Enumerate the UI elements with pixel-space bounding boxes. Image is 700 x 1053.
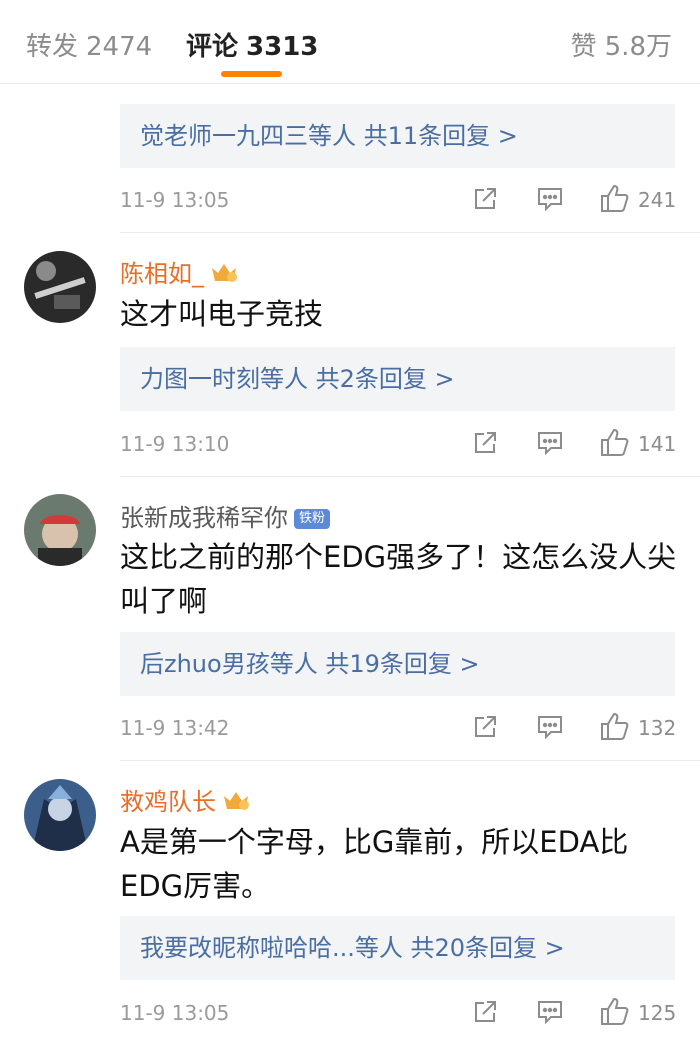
comment-text: A是第一个字母，比G靠前，所以EDA比EDG厉害。: [120, 825, 629, 903]
comment-tabs-bar: 转发 2474 评论 3313 赞 5.8万: [0, 0, 700, 84]
share-icon[interactable]: [472, 714, 498, 744]
username-text: 陈相如_: [120, 260, 204, 288]
avatar[interactable]: [24, 779, 96, 851]
username-text: 张新成我稀罕你: [120, 504, 288, 532]
like-count: 141: [638, 432, 677, 456]
tab-like-label: 赞: [570, 32, 597, 62]
fan-badge: 铁粉: [294, 509, 331, 529]
tab-forward-count: 2474: [86, 32, 153, 62]
divider: [120, 760, 700, 761]
username-text: 救鸡队长: [120, 788, 216, 816]
comment-meta: 11-9 13:05 125: [120, 993, 677, 1033]
tab-forward-label: 转发: [26, 32, 79, 62]
thumbs-up-icon[interactable]: [598, 710, 630, 746]
tab-comment[interactable]: 评论 3313: [186, 26, 318, 63]
active-tab-indicator: [221, 71, 282, 77]
share-icon[interactable]: [472, 430, 498, 460]
thumbs-up-icon[interactable]: [598, 426, 630, 462]
reply-preview[interactable]: 我要改昵称啦哈哈...等人 共20条回复 >: [120, 916, 675, 980]
comment-meta: 11-9 13:42 132: [120, 708, 677, 748]
comment-text: 这比之前的那个EDG强多了！这怎么没人尖叫了啊: [120, 540, 677, 618]
like-count: 132: [638, 716, 677, 740]
tab-forward[interactable]: 转发 2474: [26, 26, 152, 63]
comment-icon[interactable]: [536, 430, 564, 460]
crown-vip-icon: [222, 788, 250, 818]
share-icon[interactable]: [472, 999, 498, 1029]
comment-time: 11-9 13:42: [120, 716, 230, 740]
thumbs-up-icon[interactable]: [598, 182, 630, 218]
reply-preview[interactable]: 后zhuo男孩等人 共19条回复 >: [120, 632, 675, 696]
tab-like-count: 5.8万: [604, 32, 672, 62]
like-count: 125: [638, 1001, 677, 1025]
comment-meta: 11-9 13:10 141: [120, 424, 677, 464]
comment-username[interactable]: 张新成我稀罕你 铁粉: [120, 498, 331, 533]
comment-time: 11-9 13:05: [120, 188, 230, 212]
reply-preview[interactable]: 力图一时刻等人 共2条回复 >: [120, 347, 675, 411]
tab-comment-label: 评论: [186, 32, 239, 62]
crown-vip-icon: [210, 260, 238, 290]
divider: [120, 476, 700, 477]
divider: [120, 232, 700, 233]
reply-preview[interactable]: 觉老师一九四三等人 共11条回复 >: [120, 104, 675, 168]
comment-username[interactable]: 救鸡队长: [120, 782, 250, 818]
tab-like[interactable]: 赞 5.8万: [571, 26, 672, 63]
like-count: 241: [638, 188, 677, 212]
comment-time: 11-9 13:05: [120, 1001, 230, 1025]
comment-time: 11-9 13:10: [120, 432, 230, 456]
comment-meta: 11-9 13:05 241: [120, 180, 677, 220]
comment-text: 这才叫电子竞技: [120, 297, 324, 331]
comment-icon[interactable]: [536, 714, 564, 744]
share-icon[interactable]: [472, 186, 498, 216]
tab-comment-count: 3313: [246, 32, 319, 62]
comment-username[interactable]: 陈相如_: [120, 254, 238, 290]
avatar[interactable]: [24, 494, 96, 566]
comment-icon[interactable]: [536, 186, 564, 216]
avatar[interactable]: [24, 251, 96, 323]
comment-icon[interactable]: [536, 999, 564, 1029]
thumbs-up-icon[interactable]: [598, 995, 630, 1031]
